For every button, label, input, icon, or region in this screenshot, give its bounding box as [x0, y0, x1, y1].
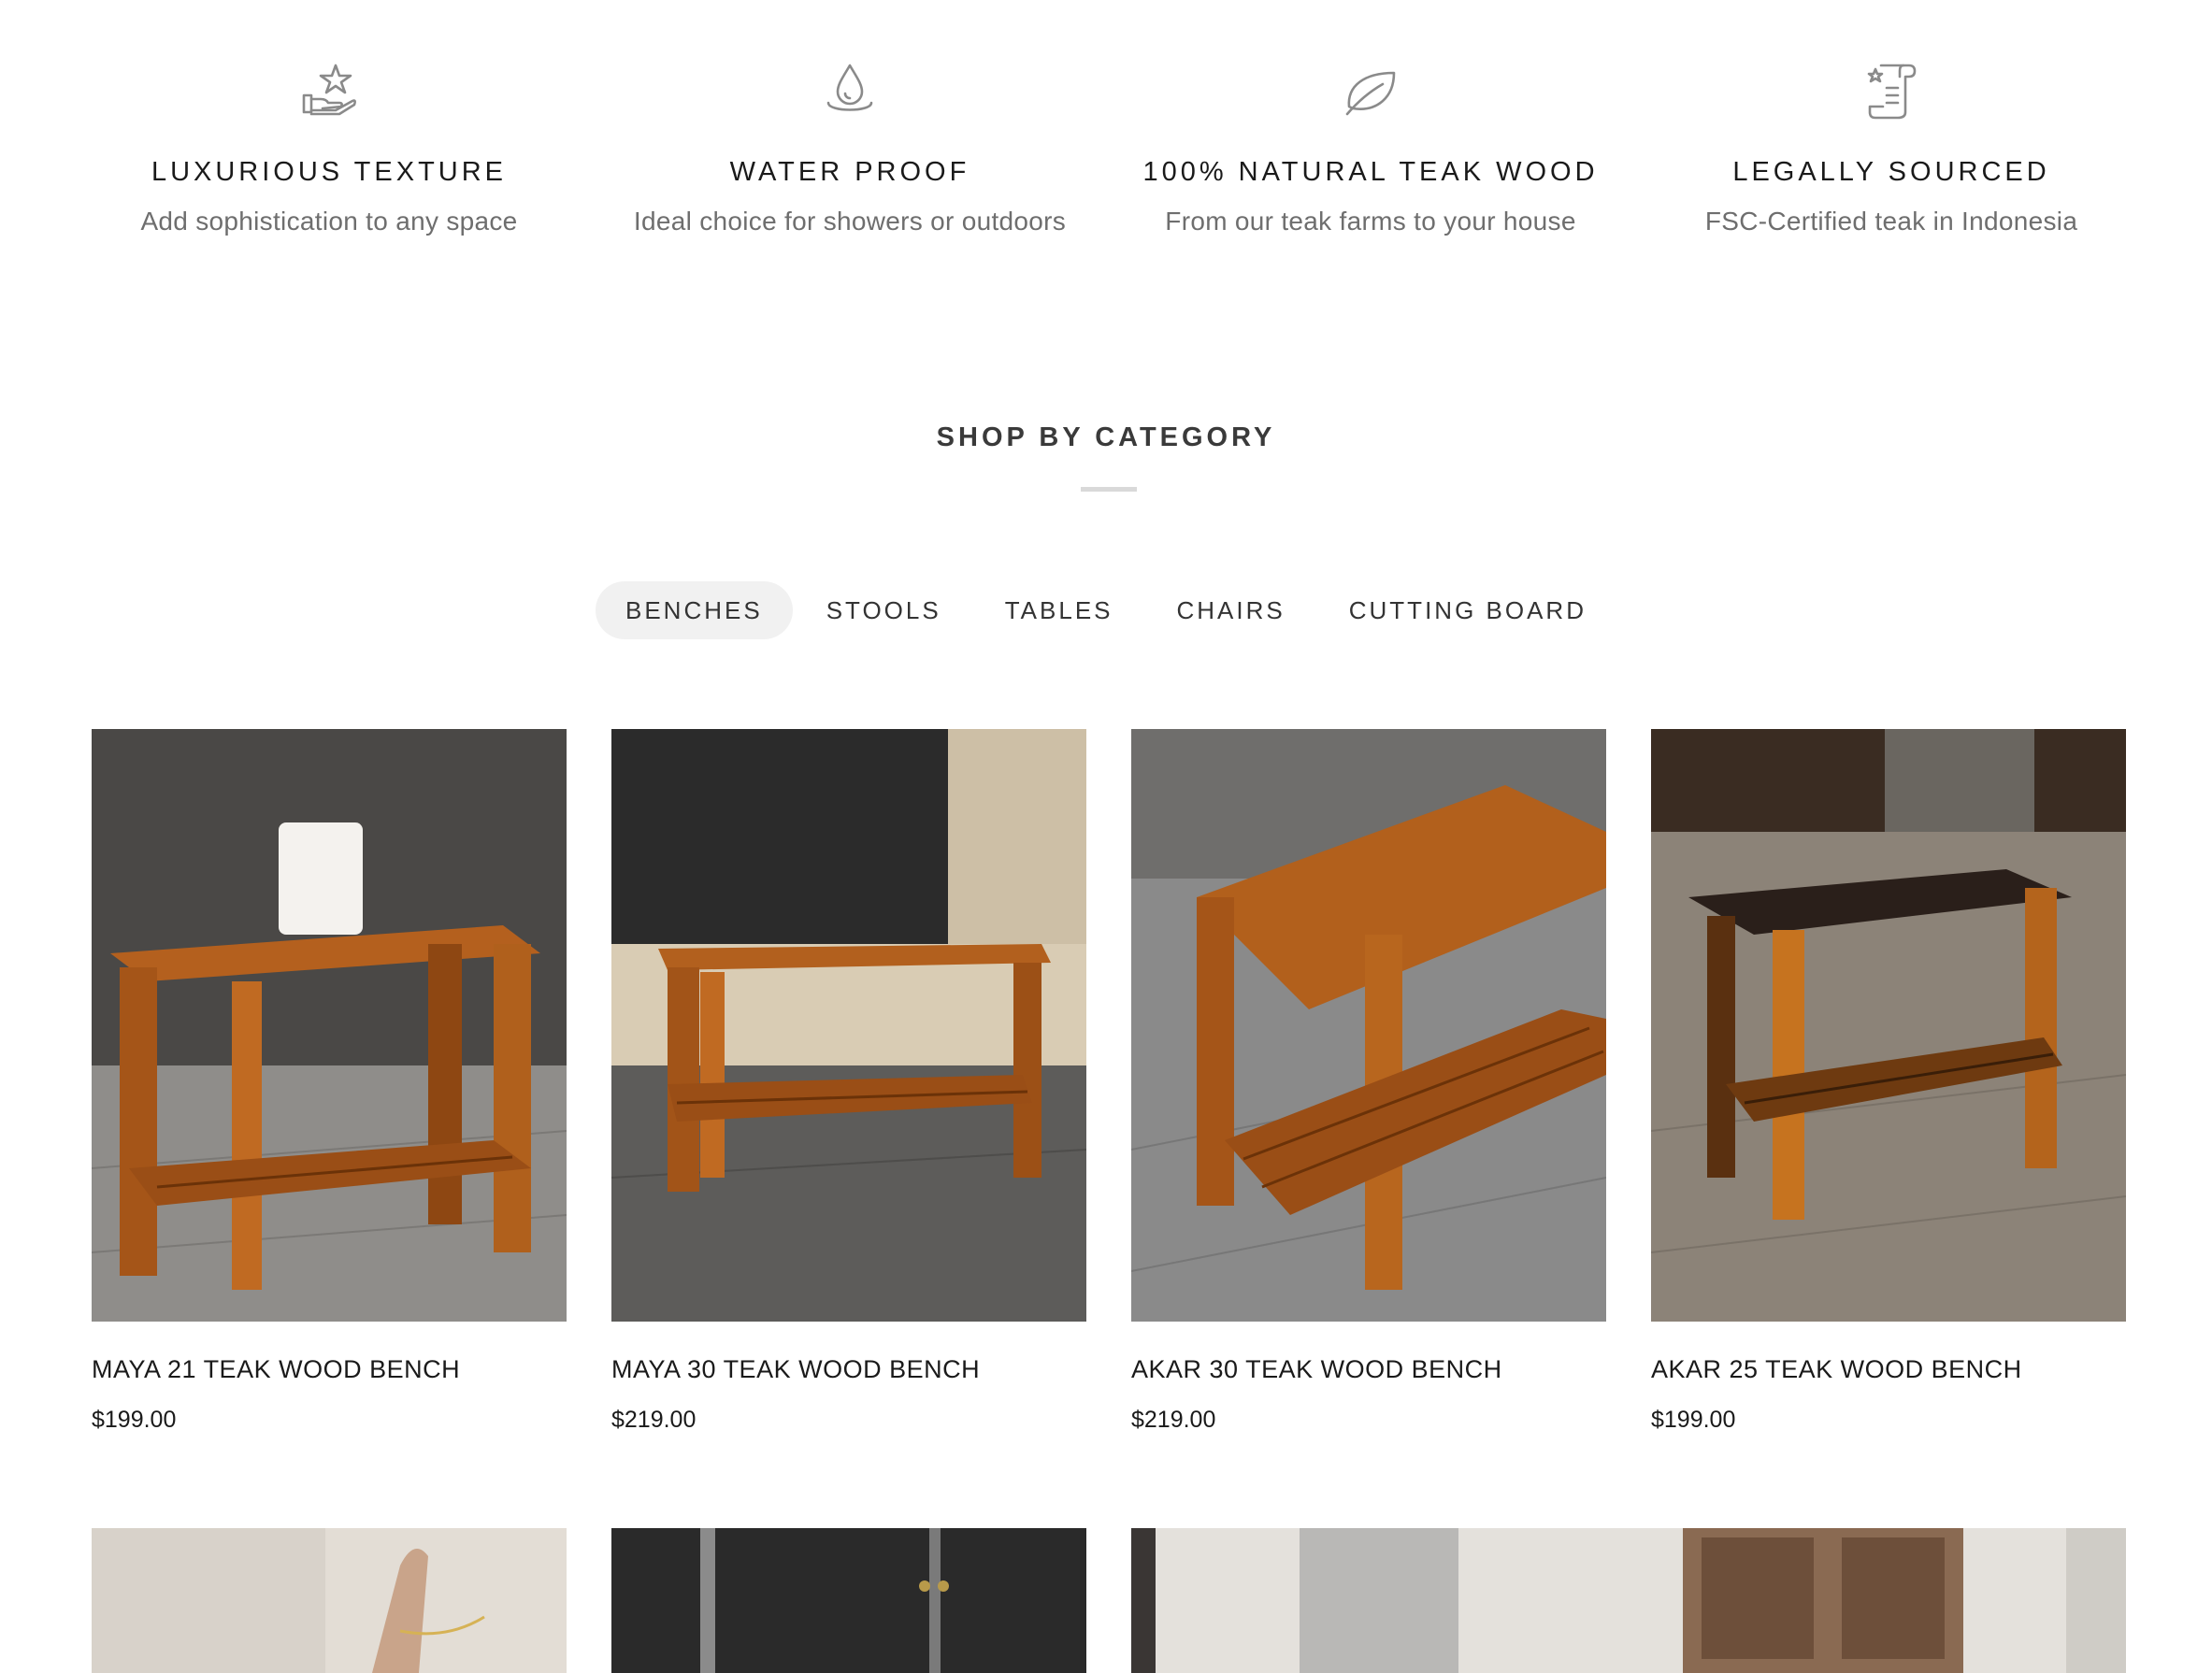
feature-title: LEGALLY SOURCED: [1732, 157, 2050, 187]
product-image[interactable]: [611, 729, 1086, 1322]
feature-legally-sourced: LEGALLY SOURCED FSC-Certified teak in In…: [1648, 60, 2134, 236]
product-name[interactable]: MAYA 30 TEAK WOOD BENCH: [611, 1355, 1086, 1384]
page: LUXURIOUS TEXTURE Add sophistication to …: [0, 0, 2212, 1673]
tab-benches[interactable]: BENCHES: [596, 581, 793, 639]
tab-cutting-board[interactable]: CUTTING BOARD: [1319, 581, 1616, 639]
product-image[interactable]: [92, 729, 567, 1322]
product-price: $219.00: [611, 1407, 697, 1433]
product-image[interactable]: [92, 1528, 567, 1673]
leaf-icon: [1340, 60, 1401, 122]
tab-tables[interactable]: TABLES: [975, 581, 1143, 639]
water-drop-icon: [819, 60, 881, 122]
product-card[interactable]: MAYA 21 TEAK WOOD BENCH $199.00: [92, 729, 567, 1434]
product-card[interactable]: AKAR 25 TEAK WOOD BENCH $199.00: [1651, 729, 2126, 1434]
feature-title: 100% NATURAL TEAK WOOD: [1142, 157, 1599, 187]
category-tabs: BENCHES STOOLS TABLES CHAIRS CUTTING BOA…: [0, 581, 2212, 639]
product-name[interactable]: AKAR 30 TEAK WOOD BENCH: [1131, 1355, 1606, 1384]
product-card[interactable]: MAYA 30 TEAK WOOD BENCH $219.00: [611, 729, 1086, 1434]
product-image[interactable]: [1131, 729, 1606, 1322]
tab-stools[interactable]: STOOLS: [797, 581, 971, 639]
feature-description: FSC-Certified teak in Indonesia: [1704, 207, 2078, 236]
certificate-scroll-icon: [1860, 60, 1922, 122]
star-in-hand-icon: [298, 60, 360, 122]
product-name[interactable]: MAYA 21 TEAK WOOD BENCH: [92, 1355, 567, 1384]
product-name[interactable]: AKAR 25 TEAK WOOD BENCH: [1651, 1355, 2126, 1384]
feature-luxurious-texture: LUXURIOUS TEXTURE Add sophistication to …: [86, 60, 572, 236]
product-image[interactable]: [1651, 729, 2126, 1322]
feature-description: Ideal choice for showers or outdoors: [633, 207, 1067, 236]
feature-title: LUXURIOUS TEXTURE: [151, 157, 508, 187]
product-card[interactable]: AKAR 30 TEAK WOOD BENCH $219.00: [1131, 729, 1606, 1434]
feature-description: From our teak farms to your house: [1165, 207, 1576, 236]
product-image[interactable]: [1131, 1528, 2126, 1673]
section-divider: [1081, 487, 1137, 492]
product-price: $199.00: [92, 1407, 177, 1433]
product-price: $219.00: [1131, 1407, 1216, 1433]
feature-title: WATER PROOF: [729, 157, 970, 187]
feature-natural-teak: 100% NATURAL TEAK WOOD From our teak far…: [1128, 60, 1614, 236]
feature-water-proof: WATER PROOF Ideal choice for showers or …: [607, 60, 1093, 236]
product-price: $199.00: [1651, 1407, 1736, 1433]
tab-chairs[interactable]: CHAIRS: [1147, 581, 1315, 639]
section-title: SHOP BY CATEGORY: [936, 422, 1276, 452]
product-image[interactable]: [611, 1528, 1086, 1673]
feature-description: Add sophistication to any space: [140, 207, 518, 236]
